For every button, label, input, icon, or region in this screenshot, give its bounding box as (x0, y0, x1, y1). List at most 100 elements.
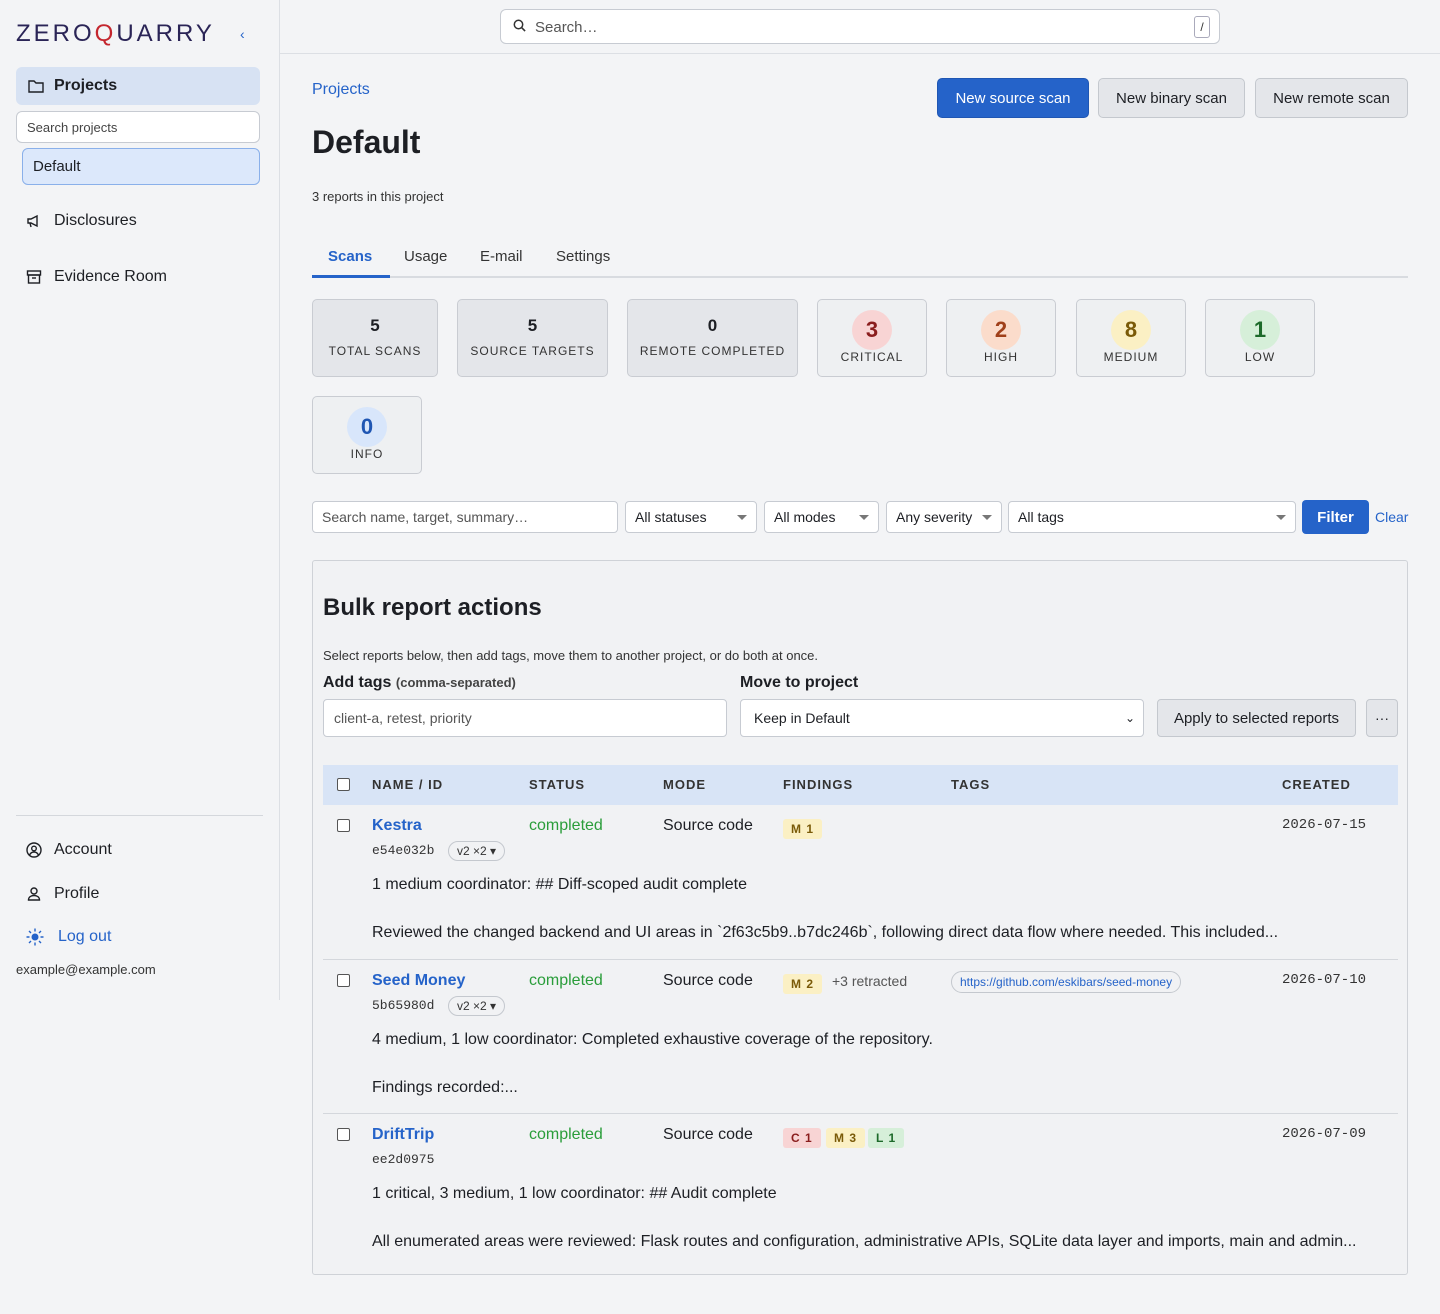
user-circle-icon (26, 842, 42, 858)
tags-filter-select[interactable]: All tags (1008, 501, 1296, 533)
tag-link[interactable]: https://github.com/eskibars/seed-money (951, 971, 1182, 993)
report-count: 3 reports in this project (312, 189, 444, 204)
move-project-select[interactable]: Keep in Default ⌄ (740, 699, 1144, 737)
low-count: 1 (1240, 310, 1280, 350)
bulk-actions-panel: Bulk report actions Select reports below… (312, 560, 1408, 1275)
sidebar-item-label: Evidence Room (54, 268, 167, 285)
logout-label: Log out (58, 928, 112, 945)
row-checkbox[interactable] (337, 974, 350, 987)
column-header-tags[interactable]: TAGS (951, 777, 990, 792)
stat-high[interactable]: 2 HIGH (946, 299, 1056, 377)
new-binary-scan-button[interactable]: New binary scan (1098, 78, 1245, 118)
created-date: 2026-07-10 (1282, 972, 1367, 988)
move-project-value: Keep in Default (754, 710, 850, 726)
table-row: Kestra e54e032b v2 ×2 ▾ completed Source… (323, 805, 1398, 960)
project-item-default[interactable]: Default (22, 148, 260, 185)
stat-label: LOW (1244, 350, 1276, 364)
table-row: DriftTrip ee2d0975 completed Source code… (323, 1114, 1398, 1264)
column-header-mode[interactable]: MODE (663, 777, 706, 792)
mode-text: Source code (663, 972, 753, 989)
stat-label: MEDIUM (1103, 350, 1159, 364)
severity-filter-select[interactable]: Any severity (886, 501, 1002, 533)
stat-total-scans: 5 TOTAL SCANS (312, 299, 438, 377)
stat-label: SOURCE TARGETS (470, 344, 595, 358)
new-source-scan-button[interactable]: New source scan (937, 78, 1089, 118)
status-filter-select[interactable]: All statuses (625, 501, 757, 533)
zeroquarry-logo[interactable]: ZEROQUARRY (16, 18, 215, 50)
medium-count: 8 (1111, 310, 1151, 350)
finding-chip-critical: C 1 (783, 1128, 821, 1148)
search-projects-input[interactable] (16, 111, 260, 143)
report-id: ee2d0975 (372, 1152, 435, 1167)
column-header-name[interactable]: NAME / ID (372, 777, 443, 792)
stat-remote-completed: 0 REMOTE COMPLETED (627, 299, 798, 377)
sidebar-item-evidence-room[interactable]: Evidence Room (26, 268, 167, 286)
summary-line: 4 medium, 1 low coordinator: Completed e… (372, 1031, 933, 1048)
global-search[interactable]: / (500, 9, 1220, 44)
chevron-left-icon[interactable]: ‹ (240, 26, 245, 42)
breadcrumb-projects[interactable]: Projects (312, 81, 370, 99)
apply-selected-button[interactable]: Apply to selected reports (1157, 699, 1356, 737)
sidebar-item-projects[interactable]: Projects (16, 67, 260, 105)
sidebar-item-profile[interactable]: Profile (26, 885, 99, 903)
stat-label: TOTAL SCANS (328, 344, 422, 358)
page-title: Default (312, 124, 421, 160)
bulk-description: Select reports below, then add tags, mov… (323, 648, 819, 663)
column-header-created[interactable]: CREATED (1282, 777, 1351, 792)
select-all-checkbox[interactable] (337, 778, 350, 791)
finding-chip-medium: M 3 (826, 1128, 866, 1148)
logo-text: ZEROQUARRY (16, 20, 215, 47)
filter-button[interactable]: Filter (1302, 500, 1369, 534)
critical-count: 3 (852, 310, 892, 350)
severity-filter-value: Any severity (896, 509, 973, 525)
stat-label: HIGH (984, 350, 1018, 364)
sidebar-item-disclosures[interactable]: Disclosures (26, 212, 137, 230)
row-checkbox[interactable] (337, 819, 350, 832)
clear-filters-link[interactable]: Clear (1375, 509, 1408, 525)
tags-filter-value: All tags (1018, 509, 1064, 525)
tabs: Scans Usage E-mail Settings (312, 238, 1408, 278)
filter-search-input[interactable] (312, 501, 618, 533)
finding-chip-medium: M 2 (783, 974, 823, 994)
topbar: / (280, 0, 1440, 54)
folder-icon (28, 80, 44, 93)
bulk-title: Bulk report actions (323, 594, 542, 621)
report-name-link[interactable]: Kestra (372, 817, 422, 835)
more-actions-button[interactable]: ··· (1366, 699, 1398, 737)
status-filter-value: All statuses (635, 509, 707, 525)
active-tab-indicator (312, 275, 390, 278)
stat-label: REMOTE COMPLETED (639, 344, 786, 358)
report-name-link[interactable]: Seed Money (372, 972, 465, 990)
mode-text: Source code (663, 817, 753, 834)
shortcut-key: / (1194, 16, 1210, 38)
stat-critical[interactable]: 3 CRITICAL (817, 299, 927, 377)
new-remote-scan-button[interactable]: New remote scan (1255, 78, 1408, 118)
search-icon (513, 19, 526, 32)
user-email: example@example.com (16, 962, 156, 977)
sidebar: ZEROQUARRY ‹ Projects Default Disclosure… (0, 0, 280, 1000)
column-header-findings[interactable]: FINDINGS (783, 777, 853, 792)
chevron-down-icon: ⌄ (1124, 711, 1135, 725)
stat-low[interactable]: 1 LOW (1205, 299, 1315, 377)
tab-settings[interactable]: Settings (556, 248, 610, 265)
add-tags-label-text: Add tags (323, 674, 392, 691)
megaphone-icon (27, 214, 38, 228)
stat-info[interactable]: 0 INFO (312, 396, 422, 474)
tab-email[interactable]: E-mail (480, 248, 523, 265)
sidebar-item-account[interactable]: Account (26, 841, 112, 859)
caret-down-icon (1276, 515, 1286, 520)
stat-medium[interactable]: 8 MEDIUM (1076, 299, 1186, 377)
add-tags-input[interactable] (323, 699, 727, 737)
report-name-link[interactable]: DriftTrip (372, 1126, 434, 1144)
global-search-input[interactable] (535, 16, 1175, 38)
mode-filter-select[interactable]: All modes (764, 501, 879, 533)
created-date: 2026-07-15 (1282, 817, 1367, 833)
tab-scans[interactable]: Scans (328, 248, 372, 265)
column-header-status[interactable]: STATUS (529, 777, 585, 792)
version-badge[interactable]: v2 ×2 ▾ (448, 841, 506, 861)
sidebar-divider (16, 815, 263, 816)
tab-usage[interactable]: Usage (404, 248, 447, 265)
row-checkbox[interactable] (337, 1128, 350, 1141)
version-badge[interactable]: v2 ×2 ▾ (448, 996, 506, 1016)
logout-link[interactable]: Log out (26, 928, 111, 946)
